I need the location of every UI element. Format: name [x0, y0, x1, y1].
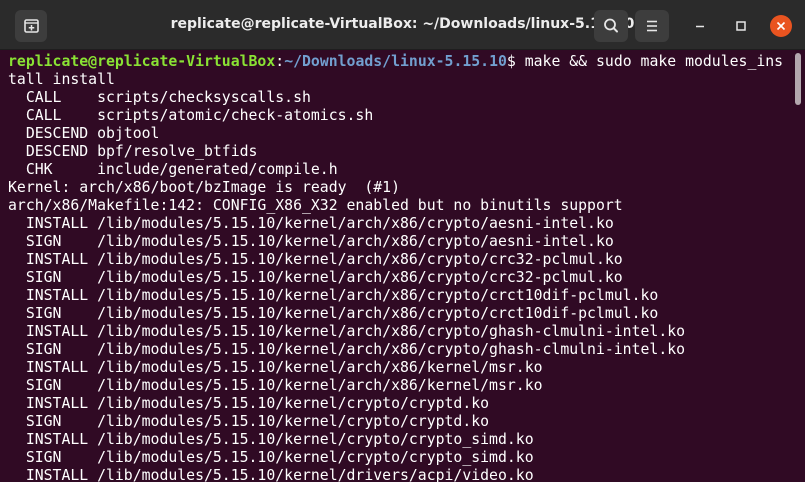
output-lines: CALL scripts/checksyscalls.sh CALL scrip… — [8, 89, 793, 482]
prompt-dollar: $ — [506, 53, 525, 70]
command-continuation: tall install — [8, 71, 115, 88]
scrollbar[interactable] — [793, 50, 805, 482]
hamburger-menu-icon — [647, 20, 657, 32]
output-line: INSTALL /lib/modules/5.15.10/kernel/arch… — [8, 215, 614, 232]
close-icon — [776, 21, 786, 31]
menu-button[interactable] — [635, 10, 669, 42]
output-line: SIGN /lib/modules/5.15.10/kernel/arch/x8… — [8, 233, 614, 250]
maximize-icon — [736, 21, 746, 31]
command-text: make && sudo make modules_ins — [524, 53, 784, 70]
output-line: SIGN /lib/modules/5.15.10/kernel/crypto/… — [8, 413, 490, 430]
window-title: replicate@replicate-VirtualBox: ~/Downlo… — [170, 16, 635, 32]
output-line: INSTALL /lib/modules/5.15.10/kernel/arch… — [8, 359, 543, 376]
output-line: INSTALL /lib/modules/5.15.10/kernel/cryp… — [8, 395, 490, 412]
minimize-icon — [696, 25, 704, 28]
output-line: CALL scripts/checksyscalls.sh — [8, 89, 311, 106]
search-icon — [604, 18, 618, 33]
close-button[interactable] — [770, 15, 792, 37]
output-line: SIGN /lib/modules/5.15.10/kernel/crypto/… — [8, 449, 534, 466]
output-line: arch/x86/Makefile:142: CONFIG_X86_X32 en… — [8, 197, 623, 214]
output-line: SIGN /lib/modules/5.15.10/kernel/arch/x8… — [8, 305, 659, 322]
maximize-button[interactable] — [730, 15, 752, 37]
output-line: INSTALL /lib/modules/5.15.10/kernel/driv… — [8, 467, 534, 482]
output-line: CHK include/generated/compile.h — [8, 161, 338, 178]
search-button[interactable] — [594, 10, 628, 42]
prompt-line: replicate@replicate-VirtualBox:~/Downloa… — [8, 53, 793, 71]
scrollbar-thumb[interactable] — [795, 53, 801, 105]
output-line: Kernel: arch/x86/boot/bzImage is ready (… — [8, 179, 400, 196]
output-line: INSTALL /lib/modules/5.15.10/kernel/arch… — [8, 251, 623, 268]
output-line: INSTALL /lib/modules/5.15.10/kernel/arch… — [8, 323, 686, 340]
output-line: DESCEND bpf/resolve_btfids — [8, 143, 258, 160]
title-bar: replicate@replicate-VirtualBox: ~/Downlo… — [0, 0, 805, 50]
output-line: SIGN /lib/modules/5.15.10/kernel/arch/x8… — [8, 377, 543, 394]
prompt-path: ~/Downloads/linux-5.15.10 — [284, 53, 507, 70]
output-line: SIGN /lib/modules/5.15.10/kernel/arch/x8… — [8, 341, 686, 358]
terminal-output[interactable]: replicate@replicate-VirtualBox:~/Downloa… — [0, 50, 793, 482]
output-line: INSTALL /lib/modules/5.15.10/kernel/arch… — [8, 287, 659, 304]
output-line: CALL scripts/atomic/check-atomics.sh — [8, 107, 374, 124]
prompt-user: replicate@replicate-VirtualBox — [8, 53, 276, 70]
output-line: DESCEND objtool — [8, 125, 160, 142]
output-line: INSTALL /lib/modules/5.15.10/kernel/cryp… — [8, 431, 534, 448]
prompt-separator: : — [275, 53, 285, 70]
minimize-button[interactable] — [689, 15, 711, 37]
output-line: SIGN /lib/modules/5.15.10/kernel/arch/x8… — [8, 269, 623, 286]
